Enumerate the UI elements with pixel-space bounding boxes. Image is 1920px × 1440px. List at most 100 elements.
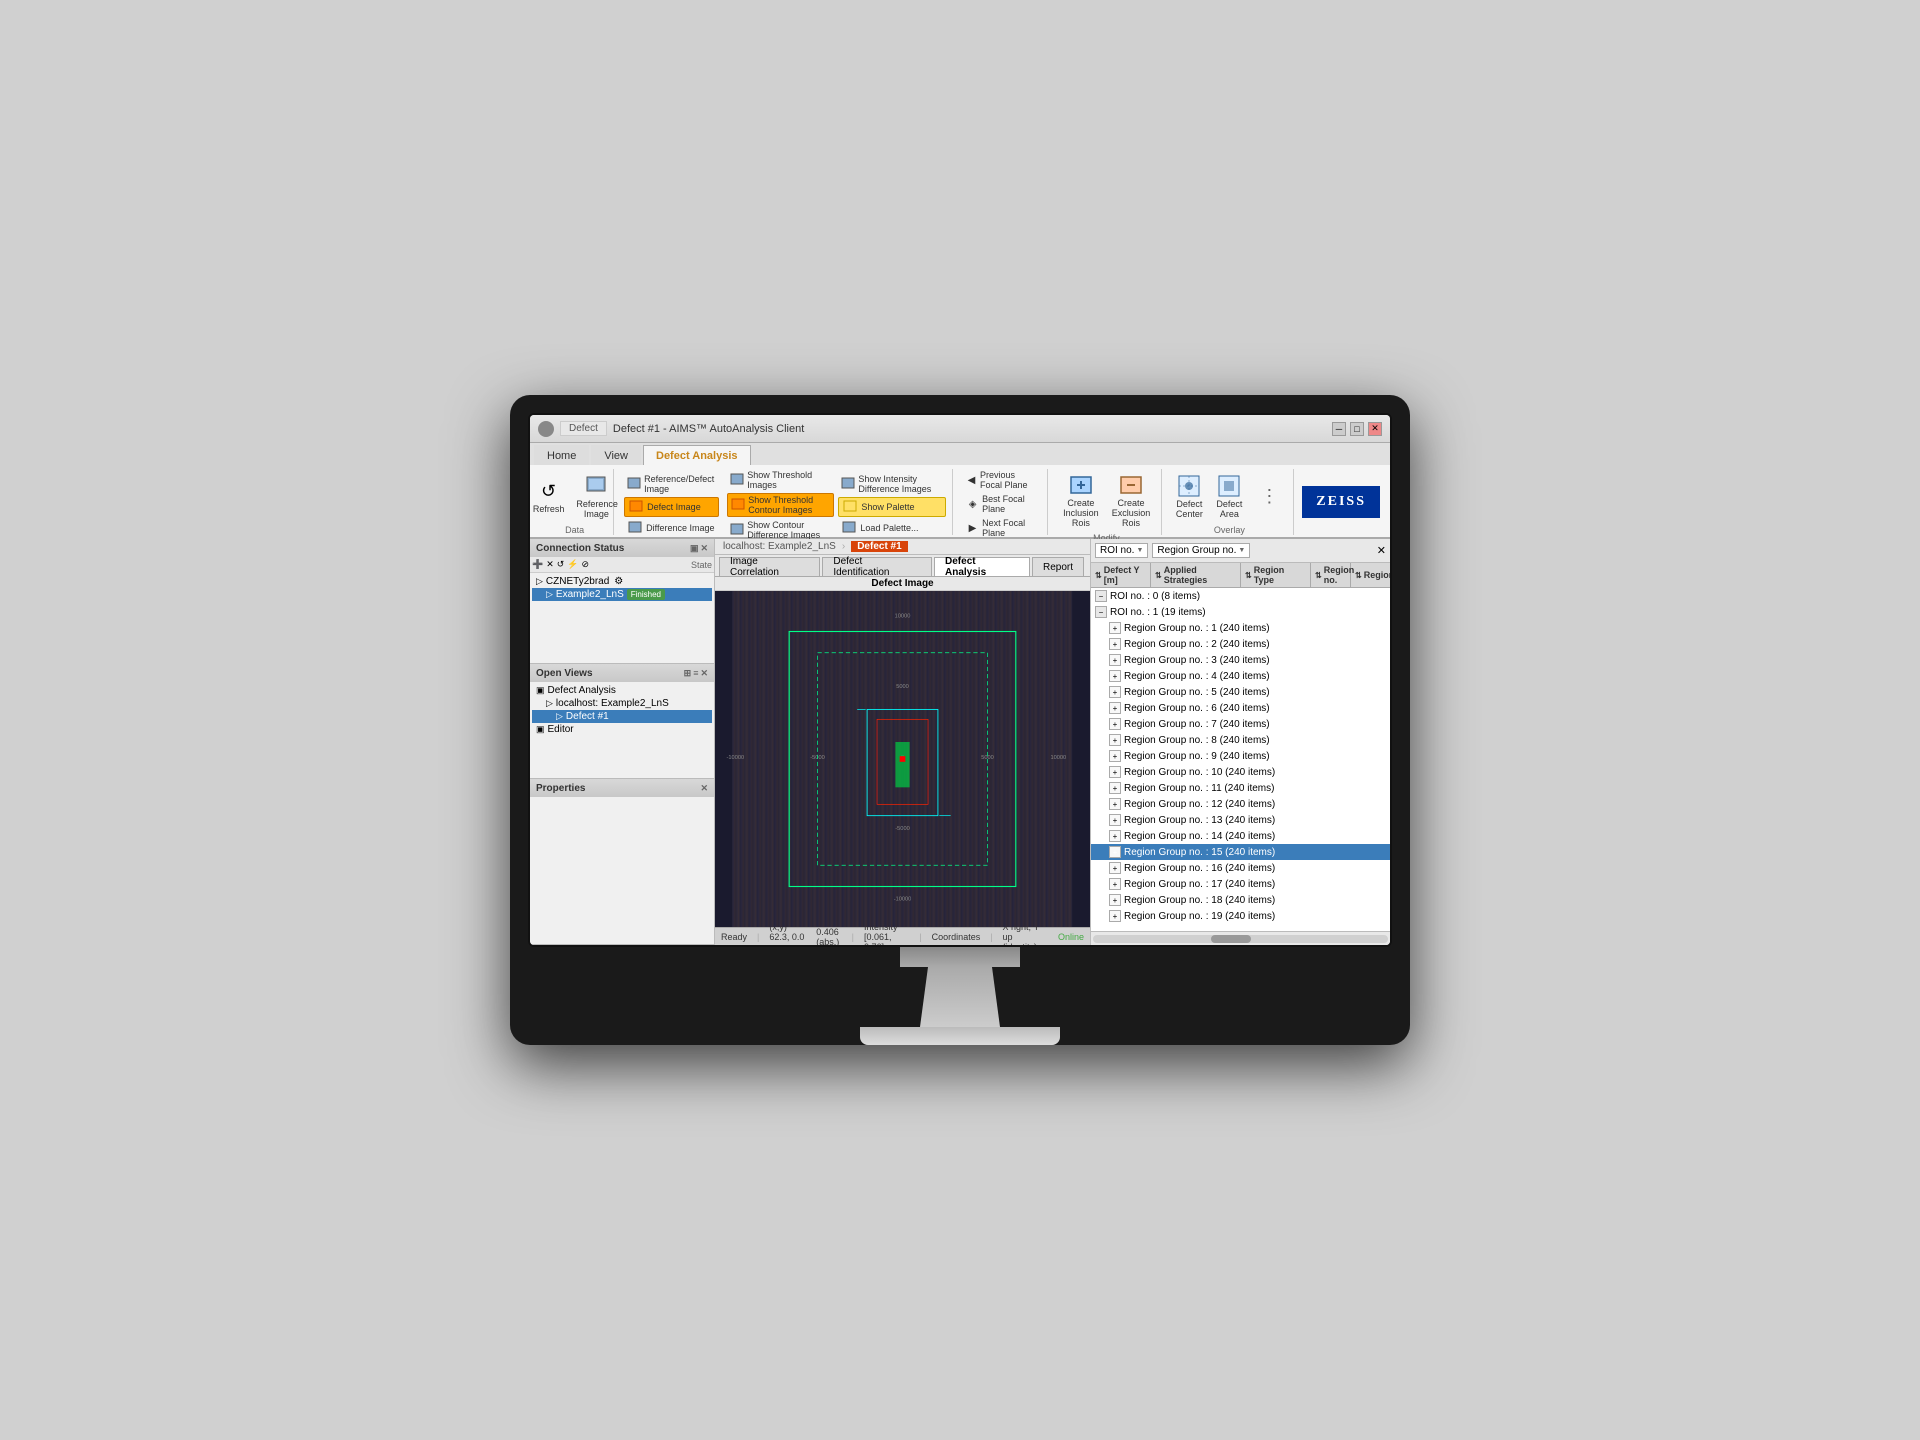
tree-expander-15[interactable]: + (1109, 830, 1121, 842)
tree-expander-17[interactable]: + (1109, 862, 1121, 874)
best-focal-button[interactable]: ◈ Best Focal Plane (963, 493, 1041, 515)
show-contour-diff-button[interactable]: Show Contour Difference Images (727, 519, 834, 541)
tree-row-4[interactable]: +Region Group no. : 3 (240 items) (1091, 652, 1390, 668)
breadcrumb-separator: › (842, 541, 845, 552)
tab-image-correlation[interactable]: Image Correlation (719, 557, 820, 576)
tree-row-9[interactable]: +Region Group no. : 8 (240 items) (1091, 732, 1390, 748)
defect-area-button[interactable]: Defect Area (1211, 470, 1247, 522)
props-close-icon[interactable]: ✕ (700, 783, 708, 794)
image-area[interactable]: -10000 -5000 0 5000 10000 10000 5000 -50… (715, 591, 1090, 927)
close-button[interactable]: ✕ (1368, 422, 1382, 436)
roi-dropdown[interactable]: ROI no. (1095, 543, 1148, 558)
tab-defect-analysis-main[interactable]: Defect Analysis (934, 557, 1030, 576)
tree-expander-20[interactable]: + (1109, 910, 1121, 922)
tree-expander-9[interactable]: + (1109, 734, 1121, 746)
tree-row-3[interactable]: +Region Group no. : 2 (240 items) (1091, 636, 1390, 652)
reference-image-button[interactable]: Reference Image (572, 470, 620, 522)
region-group-dropdown[interactable]: Region Group no. (1152, 543, 1250, 558)
tab-report[interactable]: Report (1032, 557, 1084, 576)
tree-expander-7[interactable]: + (1109, 702, 1121, 714)
roi-tree-view[interactable]: −ROI no. : 0 (8 items)−ROI no. : 1 (19 i… (1091, 588, 1390, 931)
ov-item-editor[interactable]: ▣ Editor (532, 723, 712, 736)
ov-item-localhost[interactable]: ▷ localhost: Example2_LnS (532, 697, 712, 710)
tree-row-8[interactable]: +Region Group no. : 7 (240 items) (1091, 716, 1390, 732)
tree-row-6[interactable]: +Region Group no. : 5 (240 items) (1091, 684, 1390, 700)
tree-expander-12[interactable]: + (1109, 782, 1121, 794)
open-views-grid-icon[interactable]: ⊞ (684, 668, 692, 679)
tree-expander-4[interactable]: + (1109, 654, 1121, 666)
prev-focal-button[interactable]: ◀ Previous Focal Plane (963, 469, 1041, 491)
show-threshold-button[interactable]: Show Threshold Images (727, 469, 834, 491)
tree-label-3: Region Group no. : 2 (240 items) (1124, 639, 1270, 650)
tree-expander-13[interactable]: + (1109, 798, 1121, 810)
tree-row-17[interactable]: +Region Group no. : 16 (240 items) (1091, 860, 1390, 876)
tree-row-15[interactable]: +Region Group no. : 14 (240 items) (1091, 828, 1390, 844)
tree-row-10[interactable]: +Region Group no. : 9 (240 items) (1091, 748, 1390, 764)
tree-row-12[interactable]: +Region Group no. : 11 (240 items) (1091, 780, 1390, 796)
conn-refresh-icon[interactable]: ↺ (557, 559, 565, 570)
tree-row-0[interactable]: −ROI no. : 0 (8 items) (1091, 588, 1390, 604)
conn-remove-icon[interactable]: ✕ (546, 559, 554, 570)
tree-row-7[interactable]: +Region Group no. : 6 (240 items) (1091, 700, 1390, 716)
tree-expander-14[interactable]: + (1109, 814, 1121, 826)
tree-expander-5[interactable]: + (1109, 670, 1121, 682)
tree-expander-3[interactable]: + (1109, 638, 1121, 650)
tree-expander-10[interactable]: + (1109, 750, 1121, 762)
defect-image-button[interactable]: Defect Image (624, 497, 719, 517)
tree-expander-19[interactable]: + (1109, 894, 1121, 906)
refresh-button[interactable]: ↺ Refresh (529, 475, 569, 517)
expand-example2-icon: ▷ (546, 589, 553, 600)
close-panel-icon[interactable]: ✕ (700, 543, 708, 554)
load-palette-button[interactable]: Load Palette... (838, 519, 946, 537)
tree-expander-0[interactable]: − (1095, 590, 1107, 602)
tab-defect-identification[interactable]: Defect Identification (822, 557, 932, 576)
bottom-scrollbar[interactable] (1091, 931, 1390, 945)
tree-row-5[interactable]: +Region Group no. : 4 (240 items) (1091, 668, 1390, 684)
tree-row-2[interactable]: +Region Group no. : 1 (240 items) (1091, 620, 1390, 636)
tree-expander-11[interactable]: + (1109, 766, 1121, 778)
conn-add-icon[interactable]: ➕ (532, 559, 543, 570)
defect-center-button[interactable]: Defect Center (1171, 470, 1207, 522)
right-panel-close-icon[interactable]: ✕ (1377, 544, 1386, 557)
ref-defect-image-button[interactable]: Reference/Defect Image (624, 473, 719, 495)
tree-expander-2[interactable]: + (1109, 622, 1121, 634)
open-views-header: Open Views ⊞ ≡ ✕ (530, 664, 714, 682)
open-views-close-icon[interactable]: ✕ (700, 668, 708, 679)
tree-expander-16[interactable]: + (1109, 846, 1121, 858)
tree-row-18[interactable]: +Region Group no. : 17 (240 items) (1091, 876, 1390, 892)
tab-defect-analysis[interactable]: Defect Analysis (643, 445, 751, 465)
expand-icon[interactable]: ▣ (690, 543, 699, 554)
show-intensity-button[interactable]: Show Intensity Difference Images (838, 473, 946, 495)
show-palette-button[interactable]: Show Palette (838, 497, 946, 517)
more-options-button[interactable]: ⋮ (1251, 480, 1287, 512)
tree-row-19[interactable]: +Region Group no. : 18 (240 items) (1091, 892, 1390, 908)
diff-image-button[interactable]: Difference Image (624, 519, 719, 537)
tree-expander-1[interactable]: − (1095, 606, 1107, 618)
scrollbar-thumb[interactable] (1211, 935, 1251, 943)
show-threshold-contour-button[interactable]: Show Threshold Contour Images (727, 493, 834, 517)
tree-expander-18[interactable]: + (1109, 878, 1121, 890)
conn-item-cznet[interactable]: ▷ CZNETy2brad ⚙ (532, 575, 712, 588)
tree-row-16[interactable]: +Region Group no. : 15 (240 items) (1091, 844, 1390, 860)
conn-item-example2[interactable]: ▷ Example2_LnS Finished (532, 588, 712, 601)
tree-row-20[interactable]: +Region Group no. : 19 (240 items) (1091, 908, 1390, 924)
tree-row-1[interactable]: −ROI no. : 1 (19 items) (1091, 604, 1390, 620)
create-inclusion-button[interactable]: CreateInclusion Rois (1058, 469, 1103, 531)
open-views-list-icon[interactable]: ≡ (693, 668, 698, 679)
tree-row-14[interactable]: +Region Group no. : 13 (240 items) (1091, 812, 1390, 828)
tree-row-11[interactable]: +Region Group no. : 10 (240 items) (1091, 764, 1390, 780)
tab-view[interactable]: View (591, 445, 641, 465)
minimize-button[interactable]: ─ (1332, 422, 1346, 436)
refresh-icon: ↺ (535, 477, 563, 505)
conn-disconnect-icon[interactable]: ⊘ (582, 559, 590, 570)
tab-home[interactable]: Home (534, 445, 589, 465)
next-focal-button[interactable]: ▶ Next Focal Plane (963, 517, 1041, 539)
ov-item-defect1[interactable]: ▷ Defect #1 (532, 710, 712, 723)
tree-expander-6[interactable]: + (1109, 686, 1121, 698)
create-exclusion-button[interactable]: CreateExclusion Rois (1107, 469, 1154, 531)
maximize-button[interactable]: □ (1350, 422, 1364, 436)
ov-item-defect-analysis[interactable]: ▣ Defect Analysis (532, 684, 712, 697)
conn-connect-icon[interactable]: ⚡ (567, 559, 578, 570)
tree-row-13[interactable]: +Region Group no. : 12 (240 items) (1091, 796, 1390, 812)
tree-expander-8[interactable]: + (1109, 718, 1121, 730)
